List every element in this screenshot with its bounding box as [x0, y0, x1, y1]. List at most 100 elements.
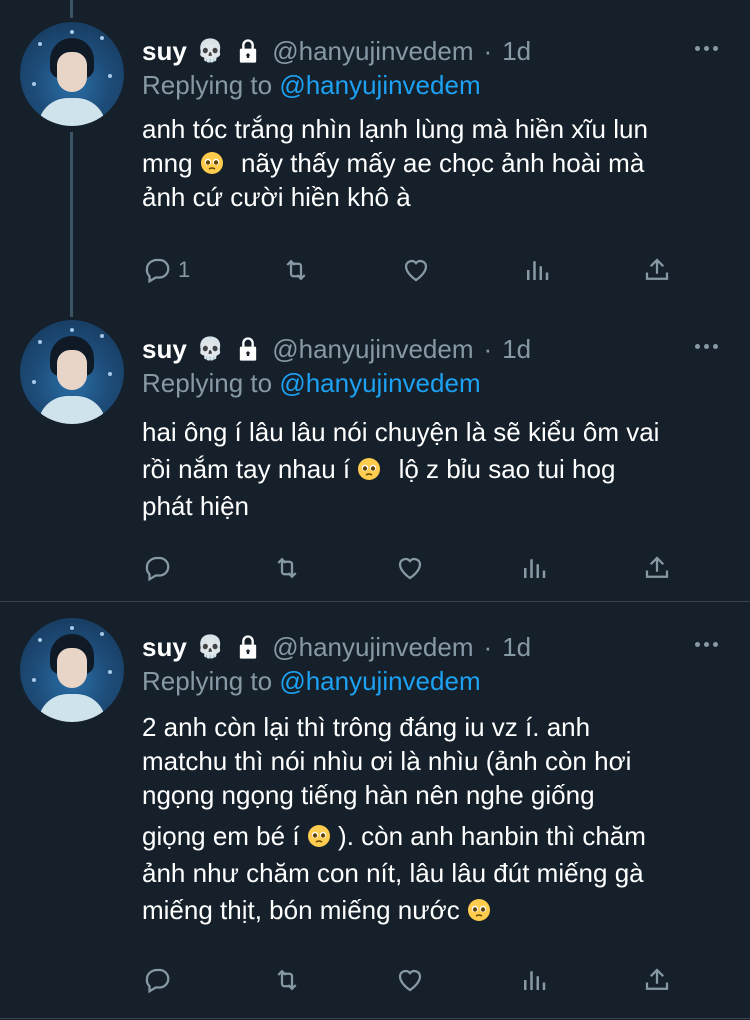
pleading-face-emoji [467, 899, 490, 921]
timestamp[interactable]: 1d [502, 36, 531, 67]
more-options-icon[interactable] [692, 642, 720, 652]
replying-to: Replying to @hanyujinvedem [142, 70, 481, 101]
lock-icon [240, 39, 257, 63]
pleading-face-emoji [358, 458, 381, 480]
tweet-2[interactable]: suy 💀 @hanyujinvedem · 1d Replying to @h… [0, 320, 750, 600]
share-button[interactable] [642, 965, 672, 995]
analytics-icon [526, 261, 548, 280]
skull-emoji: 💀 [196, 38, 225, 63]
display-name[interactable]: suy [142, 36, 187, 67]
replying-to-label: Replying to [142, 666, 273, 696]
more-options-icon[interactable] [692, 344, 720, 354]
tweet-text-line: matchu thì nói nhìu ơi là nhìu (ảnh còn … [142, 746, 632, 776]
pleading-face-emoji [200, 152, 223, 174]
tweet-text-line: anh tóc trắng nhìn lạnh lùng mà hiền xĩu… [142, 114, 648, 144]
tweet-text: hai ông í lâu lâu nói chuyện là sẽ kiểu … [142, 415, 732, 523]
tweet-text-segment: giọng em bé í [142, 821, 300, 851]
handle[interactable]: @hanyujinvedem [272, 632, 473, 663]
lock-icon [240, 635, 257, 659]
reply-button[interactable]: 1 [142, 255, 190, 285]
reply-mention-link[interactable]: @hanyujinvedem [279, 368, 480, 398]
replying-to: Replying to @hanyujinvedem [142, 666, 481, 697]
share-button[interactable] [642, 553, 672, 583]
like-button[interactable] [401, 255, 431, 285]
heart-icon [404, 259, 428, 282]
avatar[interactable] [20, 22, 124, 126]
tweet-text-segment: rồi nắm tay nhau í [142, 454, 351, 484]
tweet-text-line: ảnh cứ cười hiền khô à [142, 182, 411, 212]
skull-emoji: 💀 [196, 336, 225, 361]
share-icon [645, 556, 669, 578]
tweet-header: suy 💀 @hanyujinvedem · 1d [142, 632, 531, 662]
tweet-text-line: hai ông í lâu lâu nói chuyện là sẽ kiểu … [142, 417, 660, 447]
retweet-icon [276, 557, 297, 579]
tweet-text-line: miếng thịt, bón miếng nước [142, 893, 732, 927]
tweet-text-segment: nãy thấy mấy ae chọc ảnh hoài mà [241, 148, 645, 178]
analytics-button[interactable] [519, 553, 549, 583]
tweet-text-line: mng nãy thấy mấy ae chọc ảnh hoài mà [142, 146, 732, 180]
pleading-face-emoji [307, 825, 330, 847]
share-button[interactable] [642, 255, 672, 285]
like-button[interactable] [395, 553, 425, 583]
analytics-button[interactable] [519, 965, 549, 995]
retweet-button[interactable] [272, 965, 302, 995]
tweet-actions [142, 552, 672, 584]
handle[interactable]: @hanyujinvedem [272, 334, 473, 365]
tweet-3[interactable]: suy 💀 @hanyujinvedem · 1d Replying to @h… [0, 618, 750, 1018]
tweet-text-line: rồi nắm tay nhau í lộ z bỉu sao tui hog [142, 452, 732, 489]
tweet-actions [142, 964, 672, 996]
analytics-button[interactable] [522, 255, 552, 285]
replying-to-label: Replying to [142, 368, 273, 398]
separator-dot: · [483, 35, 493, 66]
tweet-1[interactable]: suy 💀 @hanyujinvedem · 1d Replying to @h… [0, 22, 750, 302]
heart-icon [398, 969, 422, 992]
tweet-header: suy 💀 @hanyujinvedem · 1d [142, 334, 531, 364]
tweet-text-line: 2 anh còn lại thì trông đáng iu vz í. an… [142, 712, 591, 742]
reply-icon [145, 258, 170, 284]
share-icon [645, 258, 669, 280]
like-button[interactable] [395, 965, 425, 995]
tweet-text-segment: ). còn anh hanbin thì chăm [338, 821, 646, 851]
tweet-text: 2 anh còn lại thì trông đáng iu vz í. an… [142, 710, 732, 927]
tweet-text-segment: miếng thịt, bón miếng nước [142, 895, 460, 925]
retweet-button[interactable] [281, 255, 311, 285]
reply-icon [145, 968, 170, 994]
retweet-icon [276, 969, 297, 991]
tweet-actions: 1 [142, 254, 672, 286]
tweet-text-line: ảnh như chăm con nít, lâu lâu đút miếng … [142, 858, 644, 888]
timestamp[interactable]: 1d [502, 334, 531, 365]
more-options-icon[interactable] [692, 46, 720, 56]
tweet-header: suy 💀 @hanyujinvedem · 1d [142, 36, 531, 66]
tweet-text-line: giọng em bé í ). còn anh hanbin thì chăm [142, 819, 732, 856]
lock-icon [240, 337, 257, 361]
reply-count: 1 [178, 257, 191, 282]
reply-button[interactable] [142, 965, 178, 995]
tweet-text-segment: lộ z bỉu sao tui hog [398, 454, 616, 484]
tweet-text-line: phát hiện [142, 491, 249, 521]
analytics-icon [523, 971, 545, 990]
replying-to-label: Replying to [142, 70, 273, 100]
display-name[interactable]: suy [142, 334, 187, 365]
tweet-text-segment: mng [142, 148, 193, 178]
tweet-divider [0, 601, 750, 602]
avatar[interactable] [20, 618, 124, 722]
tweet-divider [0, 1018, 750, 1019]
replying-to: Replying to @hanyujinvedem [142, 368, 481, 399]
tweet-text: anh tóc trắng nhìn lạnh lùng mà hiền xĩu… [142, 112, 732, 214]
analytics-icon [523, 559, 545, 578]
avatar[interactable] [20, 320, 124, 424]
separator-dot: · [483, 631, 493, 662]
tweet-text-line: ngọng ngọng tiếng hàn nên nghe giống [142, 780, 595, 810]
heart-icon [398, 557, 422, 580]
reply-mention-link[interactable]: @hanyujinvedem [279, 70, 480, 100]
display-name[interactable]: suy [142, 632, 187, 663]
reply-icon [145, 556, 170, 582]
handle[interactable]: @hanyujinvedem [272, 36, 473, 67]
separator-dot: · [483, 333, 493, 364]
retweet-icon [286, 259, 306, 281]
reply-button[interactable] [142, 553, 178, 583]
timestamp[interactable]: 1d [502, 632, 531, 663]
share-icon [645, 968, 669, 990]
retweet-button[interactable] [272, 553, 302, 583]
reply-mention-link[interactable]: @hanyujinvedem [279, 666, 480, 696]
